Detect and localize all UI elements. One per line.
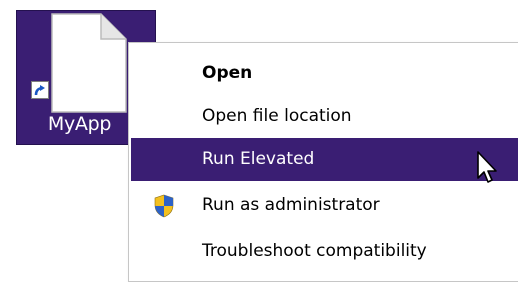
menu-item-label: Run as administrator xyxy=(202,195,380,215)
menu-item-label: Open xyxy=(202,63,253,83)
menu-item-label: Open file location xyxy=(202,106,352,126)
menu-item-label: Run Elevated xyxy=(202,149,315,169)
file-icon xyxy=(51,13,127,113)
menu-item-open-file-location[interactable]: Open file location xyxy=(131,95,518,138)
menu-item-run-as-administrator[interactable]: Run as administrator xyxy=(131,184,518,227)
uac-shield-icon xyxy=(154,194,174,218)
menu-item-label: Troubleshoot compatibility xyxy=(202,241,427,261)
menu-item-open[interactable]: Open xyxy=(131,52,518,95)
context-menu: Open Open file location Run Elevated Run… xyxy=(128,42,518,282)
menu-item-troubleshoot-compatibility[interactable]: Troubleshoot compatibility xyxy=(131,230,518,273)
desktop-icon-label: MyApp xyxy=(47,113,112,135)
mouse-cursor-icon xyxy=(477,151,497,183)
menu-item-run-elevated[interactable]: Run Elevated xyxy=(131,138,518,181)
shortcut-arrow-icon xyxy=(31,81,49,99)
